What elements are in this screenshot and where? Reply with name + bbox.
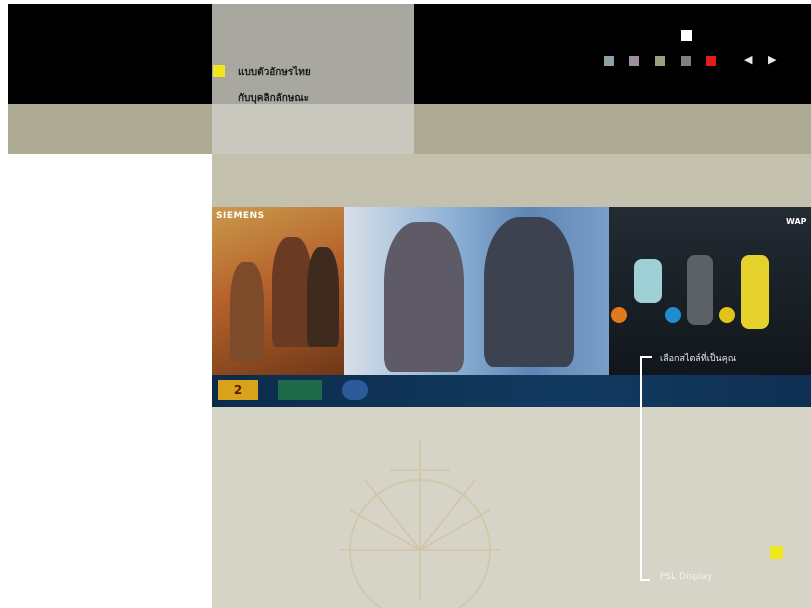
brand-tag: WAP [786,217,807,226]
connector-line [640,356,642,579]
active-page-indicator [681,30,692,41]
logo-badge-2 [278,380,322,400]
logo-badge-3 [342,380,368,400]
psl-display-label: PSL Display [660,572,713,582]
nav-square-2[interactable] [629,56,639,66]
menu-item-label-line1[interactable]: แบบตัวอักษรไทย [238,66,311,80]
banner-photo-phones [609,207,811,375]
brand-logo-text: SIEMENS [216,211,265,221]
banner-photo-friends [212,207,344,375]
advertisement-banner: SIEMENS WAP เลือกสไตล์ที่เป็นคุณ 2 [212,207,811,407]
nav-square-3[interactable] [655,56,665,66]
prev-arrow-icon[interactable]: ◀ [744,53,752,66]
connector-line-top [640,356,652,358]
banner-photo-businessman [344,207,609,375]
main-panel-header [212,154,811,208]
next-arrow-icon[interactable]: ▶ [768,53,776,66]
menu-bullet-icon [213,65,225,77]
yellow-marker-icon[interactable] [770,546,783,559]
university-emblem-watermark [340,440,500,608]
active-menu-tab-lower [212,104,414,154]
nav-square-4[interactable] [681,56,691,66]
nav-square-5[interactable] [706,56,716,66]
nav-square-1[interactable] [604,56,614,66]
menu-item-label-line2[interactable]: กับบุคลิกลักษณะ [238,92,309,106]
connector-line-bottom [640,579,650,581]
logo-badge-1: 2 [218,380,258,400]
banner-caption: เลือกสไตล์ที่เป็นคุณ [660,354,737,364]
